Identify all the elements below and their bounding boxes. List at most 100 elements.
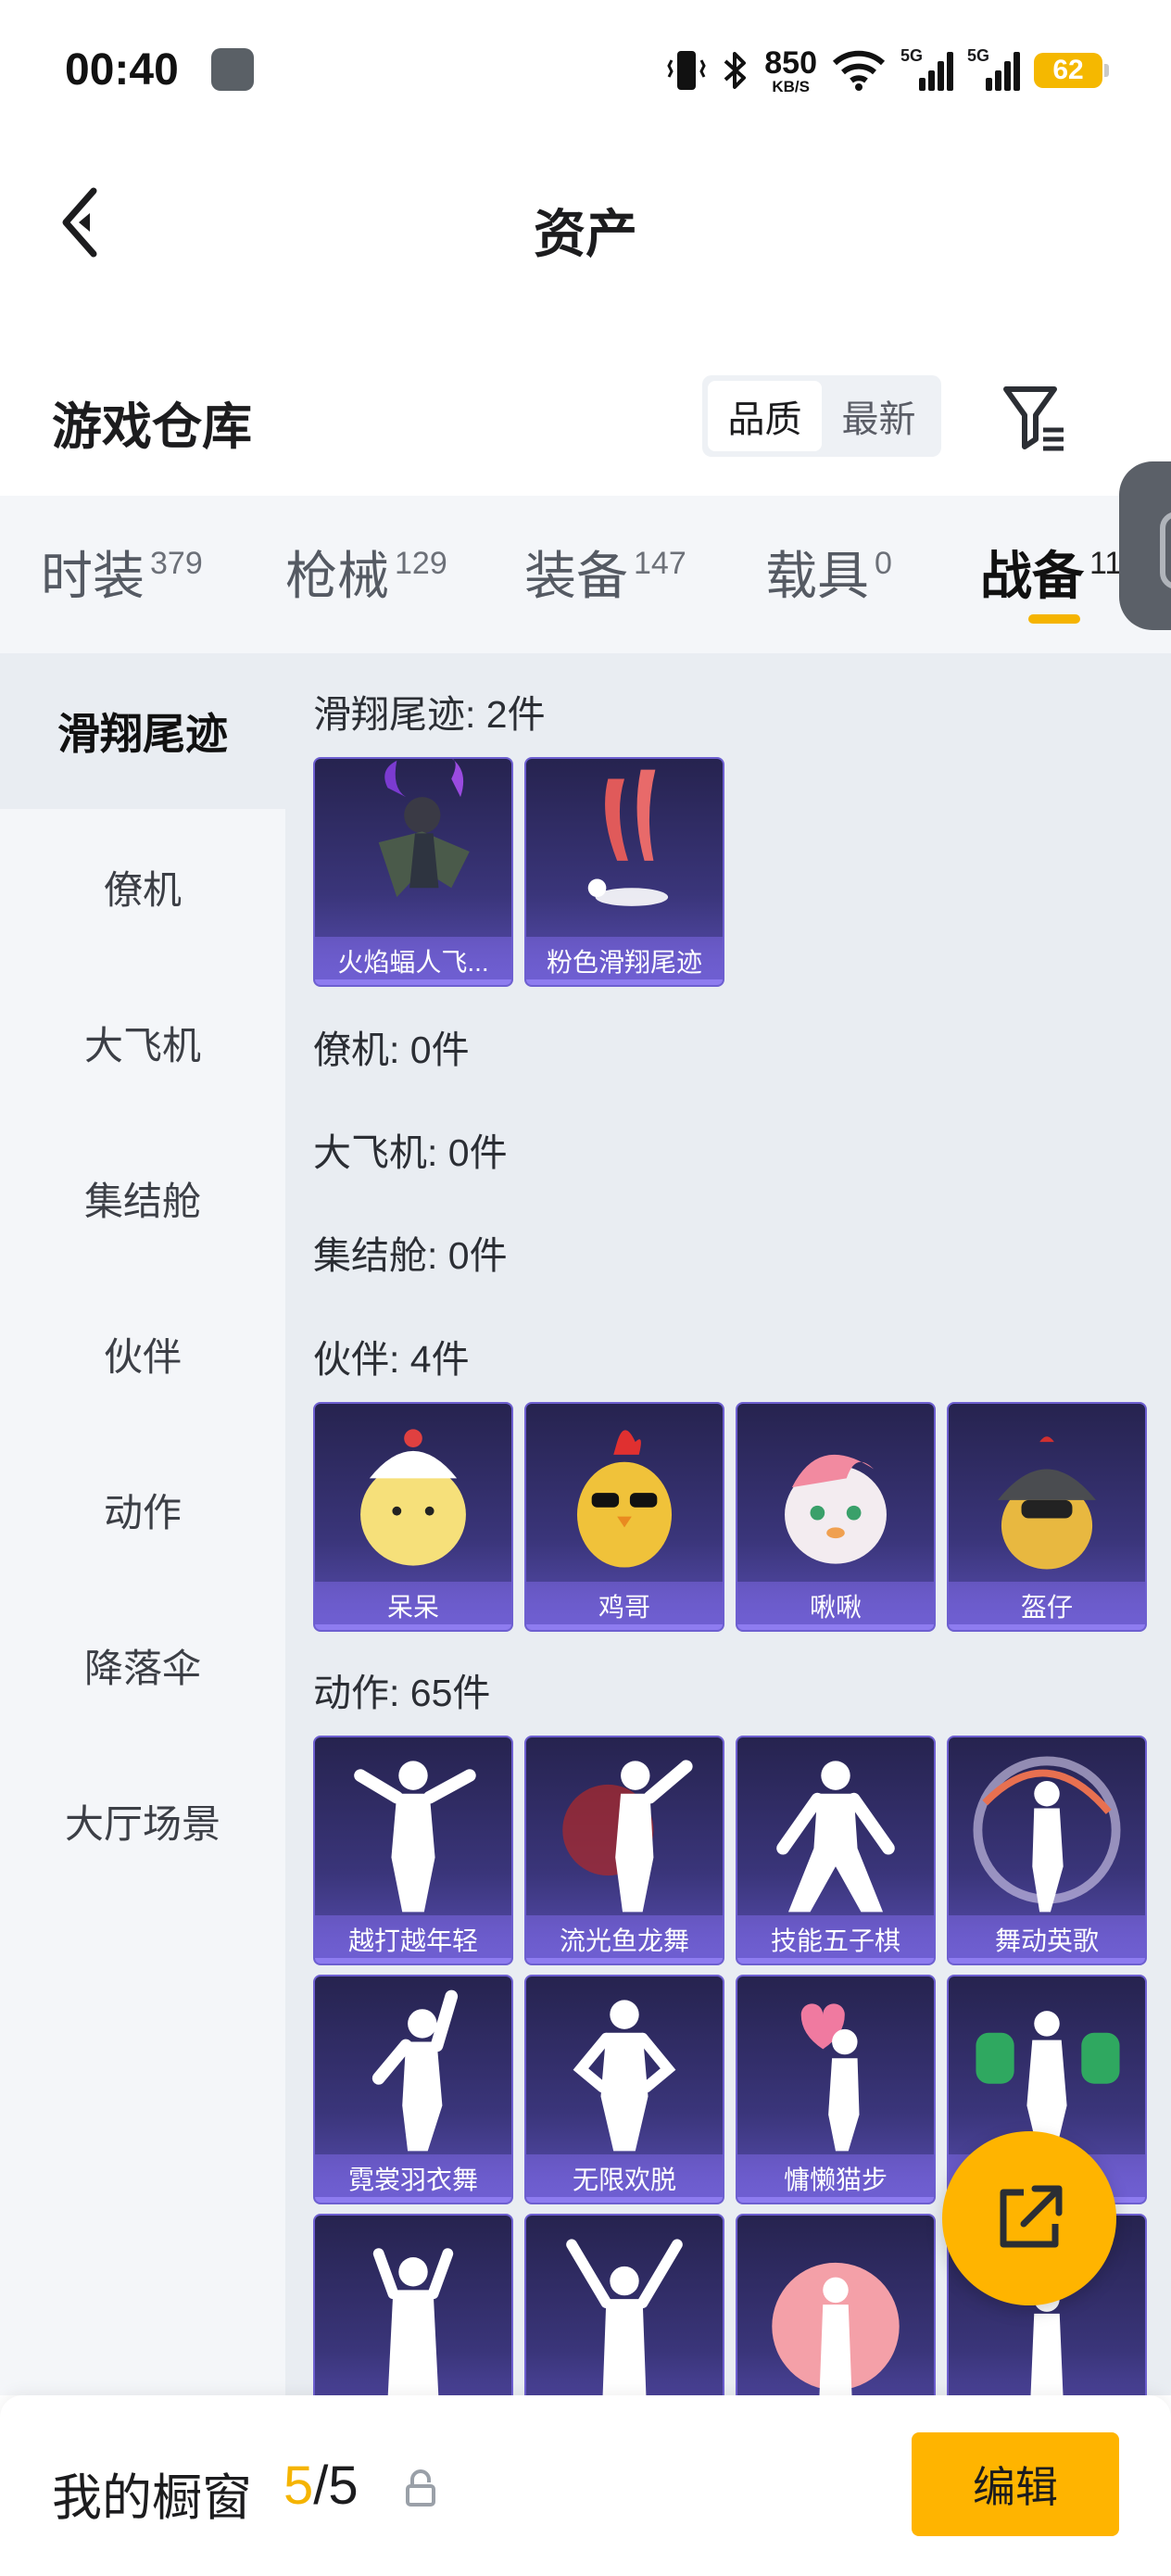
item-art (360, 1429, 466, 1566)
item-art (562, 1760, 693, 1913)
sidebar-item-parachute[interactable]: 降落伞 (0, 1587, 285, 1743)
category-tabs: 时装 379 枪械 129 装备 147 载具 0 战备 117 (0, 496, 1171, 653)
item-name: 鸡哥 (526, 1582, 723, 1630)
sidebar-item-partner[interactable]: 伙伴 (0, 1276, 285, 1432)
sort-newest-button[interactable]: 最新 (822, 381, 936, 451)
section-label-pod: 集结舱: 0件 (313, 1234, 508, 1277)
bluetooth-icon (724, 52, 747, 89)
signal-2-icon: 5G (967, 46, 1020, 91)
section-label-plane: 大飞机: 0件 (313, 1131, 508, 1174)
item-card[interactable]: 流光鱼龙舞 (524, 1736, 724, 1965)
item-art (566, 2239, 683, 2395)
item-art (587, 769, 669, 906)
item-name: 技能五子棋 (737, 1915, 934, 1964)
item-card[interactable]: 技能五子棋 (736, 1736, 936, 1965)
sidebar-item-wingman[interactable]: 僚机 (0, 809, 285, 965)
wifi-icon (832, 50, 886, 91)
sidebar-item-emote[interactable]: 动作 (0, 1432, 285, 1587)
sidebar-item-glide-trail[interactable]: 滑翔尾迹 (0, 653, 285, 809)
tab-combat-gear[interactable]: 战备 117 (980, 535, 1140, 610)
warehouse-title: 游戏仓库 (52, 399, 252, 455)
status-icons: 850 KB/S 5G 5G 62 (666, 43, 1109, 98)
filter-button[interactable] (1001, 382, 1075, 456)
item-art (772, 2262, 900, 2395)
header: 资产 (0, 139, 1171, 306)
sidebar: 滑翔尾迹 僚机 大飞机 集结舱 伙伴 动作 降落伞 大厅场景 (0, 653, 285, 2395)
item-card[interactable] (736, 2214, 936, 2395)
item-art (573, 2000, 676, 2152)
tab-fashion[interactable]: 时装 379 (41, 535, 203, 610)
sort-quality-button[interactable]: 品质 (708, 381, 822, 451)
item-art (785, 1454, 887, 1564)
edit-button[interactable]: 编辑 (912, 2432, 1119, 2536)
item-name: 盔仔 (949, 1582, 1145, 1630)
tab-label: 枪械 (285, 547, 389, 605)
sidebar-item-assembly-pod[interactable]: 集结舱 (0, 1120, 285, 1276)
item-name: 流光鱼龙舞 (526, 1915, 723, 1964)
item-card[interactable]: 呆呆 (313, 1402, 513, 1632)
tab-vehicles[interactable]: 载具 0 (765, 535, 892, 610)
item-name: 啾啾 (737, 1582, 934, 1630)
showcase-current: 5 (283, 2456, 314, 2516)
signal-1-icon: 5G (900, 46, 953, 91)
tab-label: 装备 (524, 547, 628, 605)
tab-label: 时装 (41, 547, 145, 605)
showcase-bar: 我的橱窗 5/5 编辑 (0, 2395, 1171, 2576)
signal-1-label: 5G (900, 46, 924, 65)
app-notification-icon (211, 48, 254, 91)
battery-indicator: 62 (1034, 53, 1109, 88)
item-card[interactable]: 盔仔 (947, 1402, 1147, 1632)
item-name: 无限欢脱 (526, 2154, 723, 2203)
showcase-total: 5 (328, 2456, 359, 2516)
showcase-separator: / (313, 2456, 329, 2516)
item-art (776, 1761, 895, 1913)
item-name: 呆呆 (315, 1582, 511, 1630)
section-label-wingman: 僚机: 0件 (313, 1029, 470, 1071)
net-speed-value: 850 (764, 44, 817, 81)
section-label-glide: 滑翔尾迹: 2件 (313, 693, 546, 736)
item-card[interactable]: 霓裳羽衣舞 (313, 1975, 513, 2204)
tab-label: 战备 (980, 547, 1084, 605)
section-label-partner: 伙伴: 4件 (313, 1338, 470, 1381)
sidebar-item-big-plane[interactable]: 大飞机 (0, 965, 285, 1120)
net-speed-unit: KB/S (772, 77, 810, 95)
floating-widget-handle[interactable] (1119, 461, 1171, 630)
tab-equipment[interactable]: 装备 147 (524, 535, 686, 610)
status-time: 00:40 (65, 45, 179, 95)
filter-icon (1003, 386, 1064, 451)
item-card[interactable]: 粉色滑翔尾迹 (524, 757, 724, 987)
tab-count: 379 (150, 546, 203, 581)
item-name: 越打越年轻 (315, 1915, 511, 1964)
item-card[interactable]: 啾啾 (736, 1402, 936, 1632)
signal-2-label: 5G (967, 46, 990, 65)
page-title: 资产 (534, 205, 637, 263)
item-card[interactable]: 火焰蝠人飞... (313, 757, 513, 987)
sort-toggle: 品质 最新 (702, 375, 941, 457)
item-card[interactable] (524, 2214, 724, 2395)
lock-icon (406, 2469, 435, 2507)
tab-firearms[interactable]: 枪械 129 (285, 535, 447, 610)
item-art (973, 1756, 1121, 1913)
item-art (371, 1989, 459, 2152)
item-card[interactable]: 无限欢脱 (524, 1975, 724, 2204)
item-card[interactable]: 舞动英歌 (947, 1736, 1147, 1965)
item-card[interactable]: 鸡哥 (524, 1402, 724, 1632)
item-name: 舞动英歌 (949, 1915, 1145, 1964)
item-card[interactable]: 越打越年轻 (313, 1736, 513, 1965)
item-name: 粉色滑翔尾迹 (526, 937, 723, 985)
item-art (576, 1430, 673, 1568)
share-button[interactable] (942, 2131, 1116, 2305)
tab-count: 147 (634, 546, 686, 581)
item-name: 霓裳羽衣舞 (315, 2154, 511, 2203)
item-art (998, 1436, 1096, 1570)
item-card[interactable] (313, 2214, 513, 2395)
item-card[interactable]: 慵懒猫步 (736, 1975, 936, 2204)
section-label-emote: 动作: 65件 (313, 1672, 491, 1714)
showcase-label: 我的橱窗 (52, 2470, 252, 2526)
sidebar-item-lobby-scene[interactable]: 大厅场景 (0, 1743, 285, 1899)
item-art (354, 1761, 476, 1913)
share-icon (1000, 2185, 1063, 2248)
item-name: 慵懒猫步 (737, 2154, 934, 2203)
item-art (800, 2003, 860, 2152)
tab-active-indicator (1028, 614, 1080, 624)
